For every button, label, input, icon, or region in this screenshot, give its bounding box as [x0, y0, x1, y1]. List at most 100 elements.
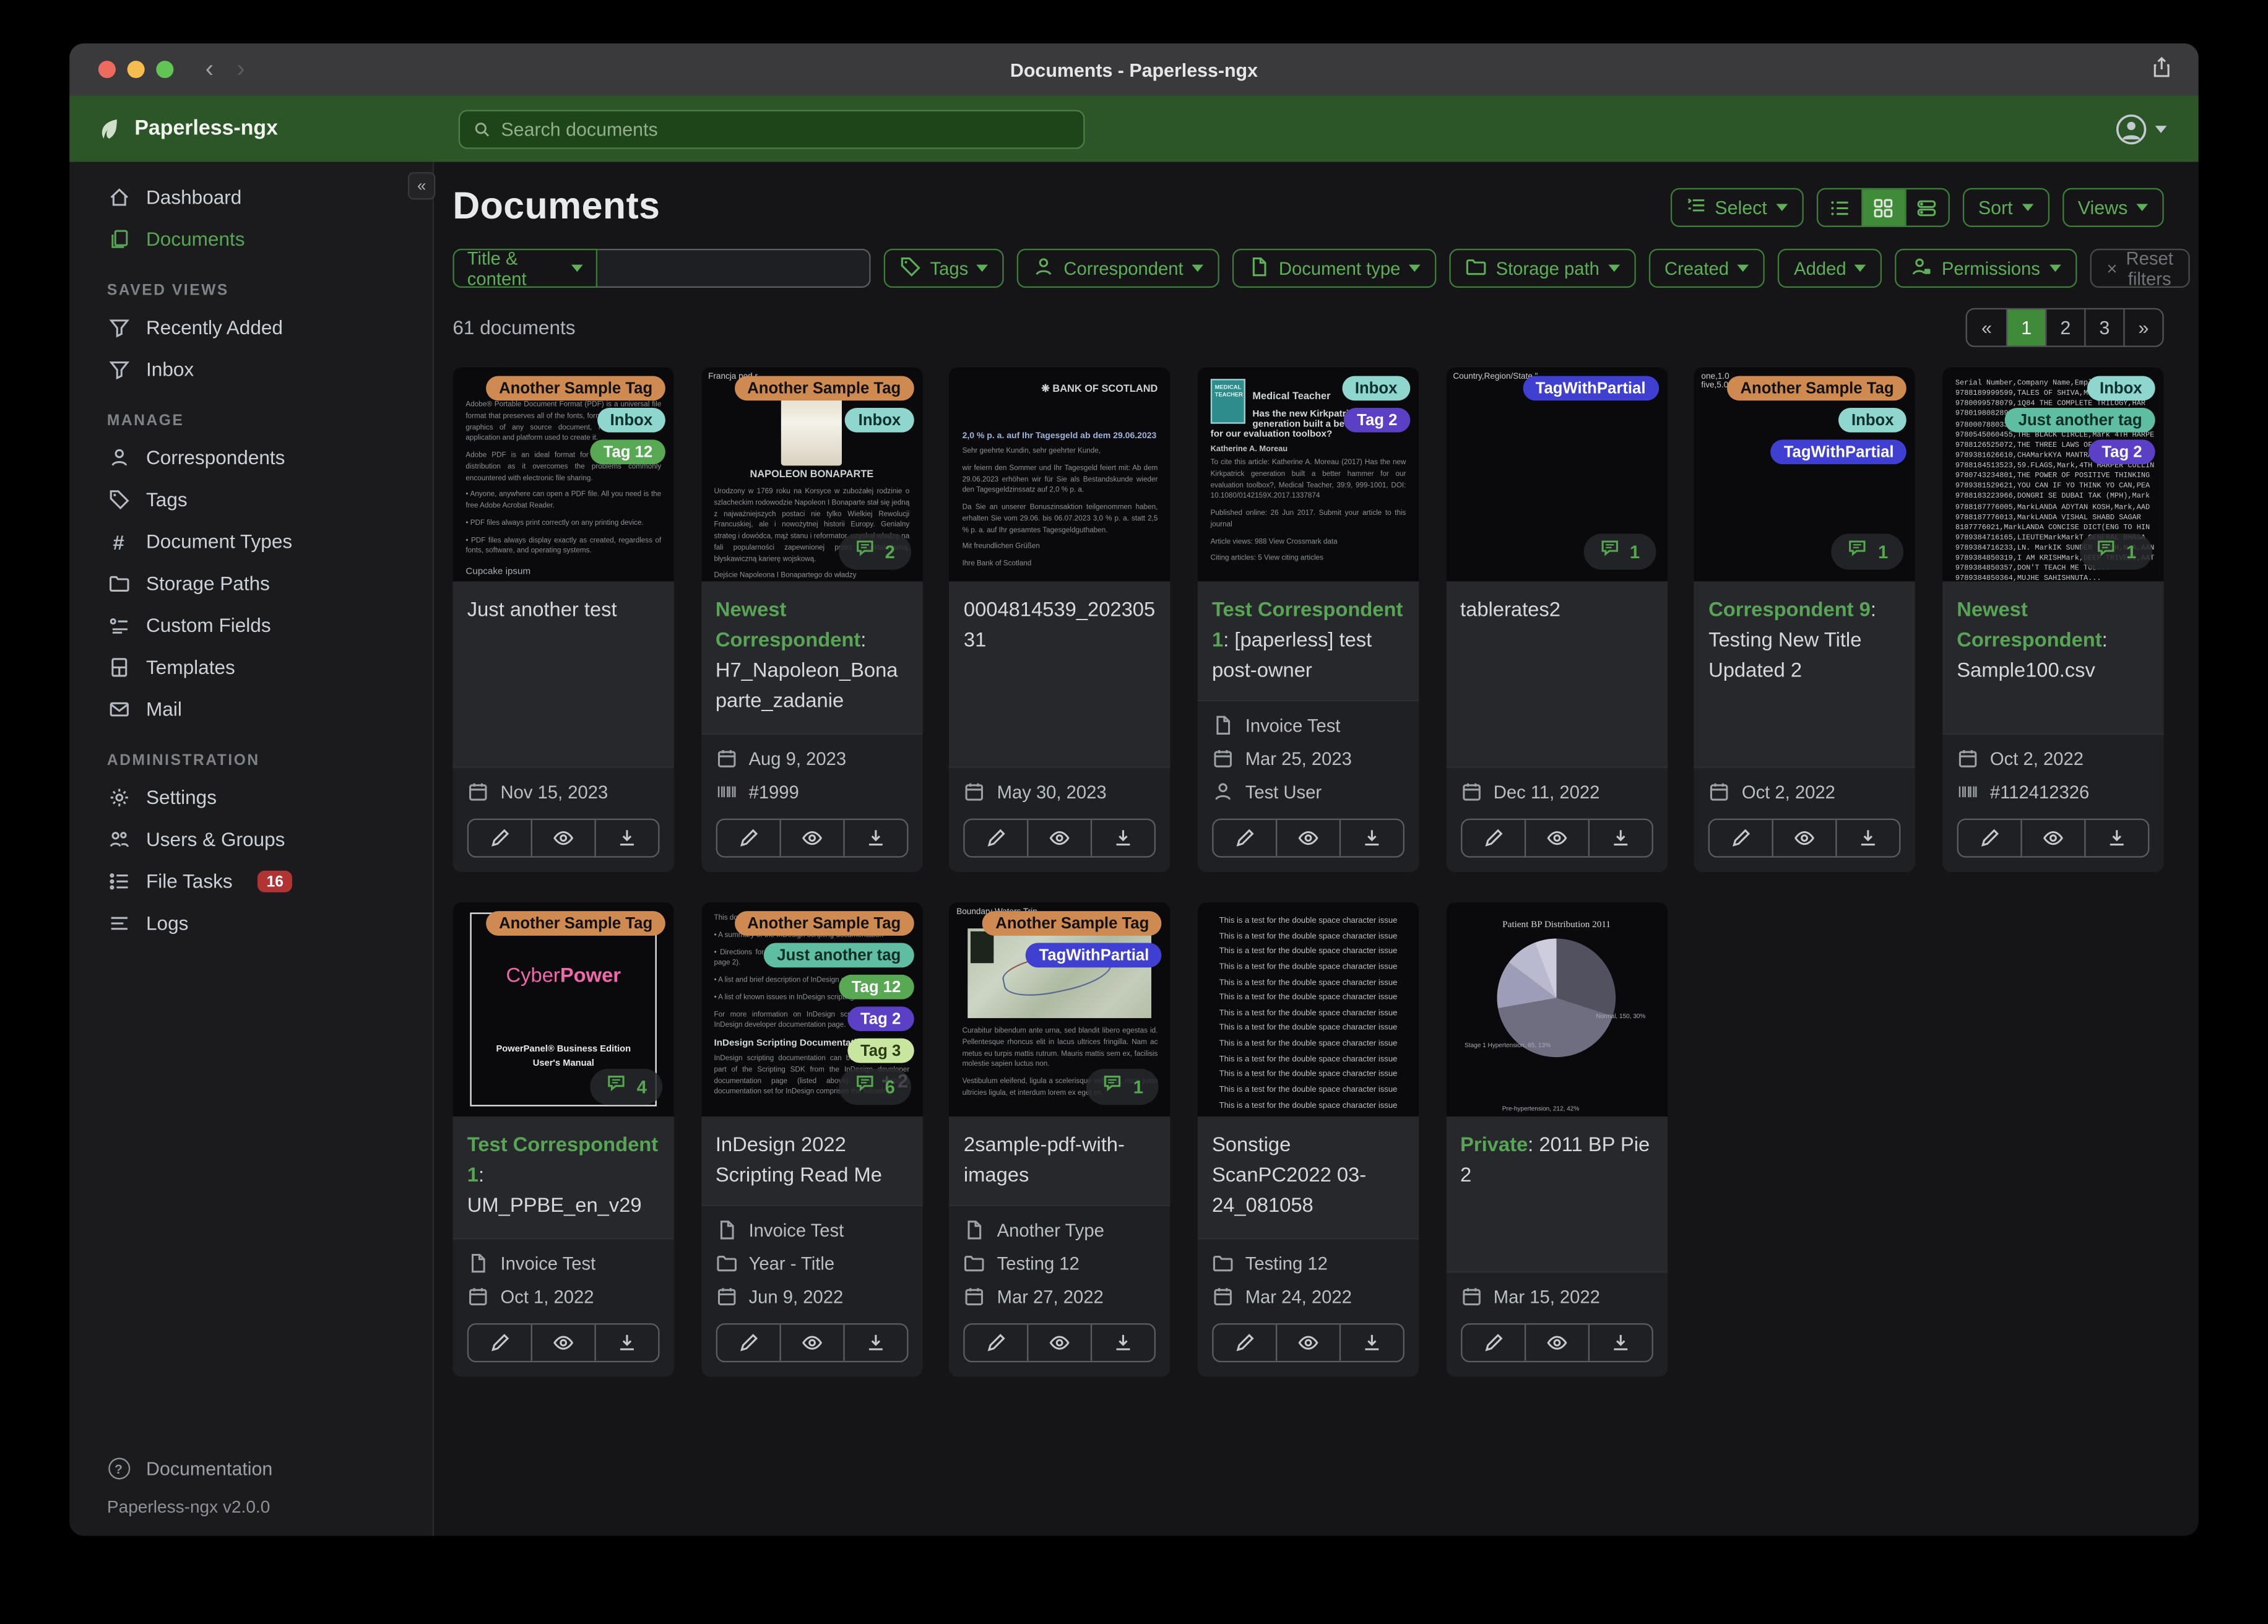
tag-another-sample-tag[interactable]: Another Sample Tag: [486, 911, 666, 936]
download-document-button[interactable]: [842, 819, 907, 857]
tag-another-sample-tag[interactable]: Another Sample Tag: [734, 376, 914, 401]
view-document-button[interactable]: [530, 1324, 595, 1361]
download-document-button[interactable]: [1339, 819, 1403, 857]
tag-another-sample-tag[interactable]: Another Sample Tag: [486, 376, 666, 401]
sidebar-item-storage-paths[interactable]: Storage Paths: [69, 563, 433, 605]
download-document-button[interactable]: [1091, 1324, 1155, 1361]
title-content-dropdown[interactable]: Title & content: [452, 248, 598, 288]
view-document-button[interactable]: [1772, 819, 1836, 857]
sidebar-item-logs[interactable]: Logs: [69, 902, 433, 944]
tag-tagwithpartial[interactable]: TagWithPartial: [1770, 439, 1907, 465]
document-card[interactable]: This document contains the following inf…: [701, 902, 923, 1377]
filter-added-button[interactable]: Added: [1778, 248, 1883, 288]
comment-count-badge[interactable]: 4: [590, 1068, 663, 1105]
filter-tags-button[interactable]: Tags: [883, 248, 1005, 288]
page-1[interactable]: 1: [2006, 309, 2046, 346]
view-document-button[interactable]: [2020, 819, 2084, 857]
tag-tag-2[interactable]: Tag 2: [847, 1006, 914, 1032]
edit-document-button[interactable]: [965, 820, 1028, 856]
download-document-button[interactable]: [1339, 1324, 1403, 1361]
document-title[interactable]: 0004814539_20230531: [964, 594, 1156, 655]
reset-filters-button[interactable]: × Reset filters: [2089, 248, 2191, 288]
sidebar-item-templates[interactable]: Templates: [69, 647, 433, 689]
edit-document-button[interactable]: [1213, 820, 1276, 856]
app-brand[interactable]: Paperless-ngx: [69, 116, 434, 141]
select-button[interactable]: Select: [1669, 188, 1804, 227]
tag-just-another-tag[interactable]: Just another tag: [764, 943, 914, 968]
edit-document-button[interactable]: [1710, 820, 1772, 856]
view-document-button[interactable]: [1523, 1324, 1588, 1361]
document-card[interactable]: Serial Number,Company Name,Employee 97881…: [1942, 367, 2164, 873]
views-button[interactable]: Views: [2062, 188, 2164, 227]
download-document-button[interactable]: [842, 1324, 907, 1361]
sort-button[interactable]: Sort: [1962, 188, 2049, 227]
tag-inbox[interactable]: Inbox: [2087, 376, 2155, 401]
search-bar[interactable]: [458, 109, 1085, 149]
sidebar-collapse-button[interactable]: «: [407, 172, 436, 200]
tag-another-sample-tag[interactable]: Another Sample Tag: [1727, 376, 1907, 401]
filter-document-type-button[interactable]: Document type: [1232, 248, 1437, 288]
view-document-button[interactable]: [779, 819, 843, 857]
document-title[interactable]: InDesign 2022 Scripting Read Me: [716, 1129, 908, 1190]
sidebar-item-file-tasks[interactable]: File Tasks 16: [69, 860, 433, 902]
user-menu[interactable]: [2114, 112, 2167, 145]
edit-document-button[interactable]: [1213, 1324, 1276, 1360]
document-title[interactable]: tablerates2: [1460, 594, 1653, 624]
sidebar-item-settings[interactable]: Settings: [69, 777, 433, 819]
tag-tag-12[interactable]: Tag 12: [590, 439, 666, 465]
sidebar-item-tags[interactable]: Tags: [69, 478, 433, 520]
edit-document-button[interactable]: [965, 1324, 1028, 1360]
filter-correspondent-button[interactable]: Correspondent: [1017, 248, 1220, 288]
sidebar-item-correspondents[interactable]: Correspondents: [69, 437, 433, 479]
view-document-button[interactable]: [1523, 819, 1588, 857]
document-card[interactable]: Adobe Acrobat PDF FilesAdobe® Portable D…: [452, 367, 675, 873]
document-title[interactable]: Test Correspondent 1: [paperless] test p…: [1212, 594, 1405, 685]
edit-document-button[interactable]: [469, 1324, 531, 1360]
document-title[interactable]: 2sample-pdf-with-images: [964, 1129, 1156, 1190]
tag-tagwithpartial[interactable]: TagWithPartial: [1522, 376, 1659, 401]
edit-document-button[interactable]: [717, 820, 779, 856]
tag-inbox[interactable]: Inbox: [845, 407, 914, 433]
filter-storage-path-button[interactable]: Storage path: [1449, 248, 1636, 288]
document-card[interactable]: one,1.0 five,5.0 Another Sample Tag Inbox T…: [1694, 367, 1916, 873]
comment-count-badge[interactable]: 2: [838, 533, 911, 570]
tag-tag-3[interactable]: Tag 3: [847, 1038, 914, 1063]
sidebar-item-documents[interactable]: Documents: [69, 218, 433, 261]
comment-count-badge[interactable]: 6: [838, 1068, 911, 1105]
filter-permissions-button[interactable]: Permissions: [1895, 248, 2077, 288]
sidebar-item-document-types[interactable]: # Document Types: [69, 520, 433, 563]
document-card[interactable]: MEDICAL TEACHER Medical Teacher Has the ne…: [1197, 367, 1419, 873]
sidebar-item-recently-added[interactable]: Recently Added: [69, 306, 433, 348]
view-document-button[interactable]: [1027, 819, 1091, 857]
document-card[interactable]: Boundary Waters TripCurabitur bibendum a…: [949, 902, 1171, 1377]
view-document-button[interactable]: [1027, 1324, 1091, 1361]
download-document-button[interactable]: [2084, 819, 2148, 857]
document-card[interactable]: Francja pod r... NAPOLEON BONAPARTE Urodzo…: [701, 367, 923, 873]
tag-inbox[interactable]: Inbox: [1341, 376, 1411, 401]
download-document-button[interactable]: [594, 1324, 659, 1361]
sidebar-item-users-groups[interactable]: Users & Groups: [69, 819, 433, 861]
edit-document-button[interactable]: [1959, 820, 2021, 856]
comment-count-badge[interactable]: 1: [2080, 533, 2152, 570]
document-card[interactable]: This is a test for the double space char…: [1197, 902, 1419, 1377]
comment-count-badge[interactable]: 1: [1832, 533, 1904, 570]
document-card[interactable]: ❋ BANK OF SCOTLAND 2,0 % p. a. auf Ihr Ta…: [949, 367, 1171, 873]
tag-tag-2[interactable]: Tag 2: [1344, 407, 1411, 433]
search-input[interactable]: [501, 118, 1071, 140]
view-document-button[interactable]: [1275, 819, 1340, 857]
sidebar-item-mail[interactable]: Mail: [69, 688, 433, 730]
document-title[interactable]: Newest Correspondent: H7_Napoleon_Bonapa…: [716, 594, 908, 715]
download-document-button[interactable]: [1587, 1324, 1651, 1361]
comment-count-badge[interactable]: 1: [1086, 1068, 1159, 1105]
tag-tag-12[interactable]: Tag 12: [838, 974, 914, 1000]
page-3[interactable]: 3: [2084, 309, 2123, 346]
comment-count-badge[interactable]: 1: [1583, 533, 1656, 570]
sidebar-item-dashboard[interactable]: Dashboard: [69, 176, 433, 218]
document-title[interactable]: Sonstige ScanPC2022 03-24_081058: [1212, 1129, 1405, 1220]
view-document-button[interactable]: [530, 819, 595, 857]
view-grid-button[interactable]: [1861, 189, 1905, 226]
tag-tag-2[interactable]: Tag 2: [2088, 439, 2155, 465]
page-2[interactable]: 2: [2045, 309, 2084, 346]
download-document-button[interactable]: [594, 819, 659, 857]
document-title[interactable]: Private: 2011 BP Pie 2: [1460, 1129, 1653, 1190]
